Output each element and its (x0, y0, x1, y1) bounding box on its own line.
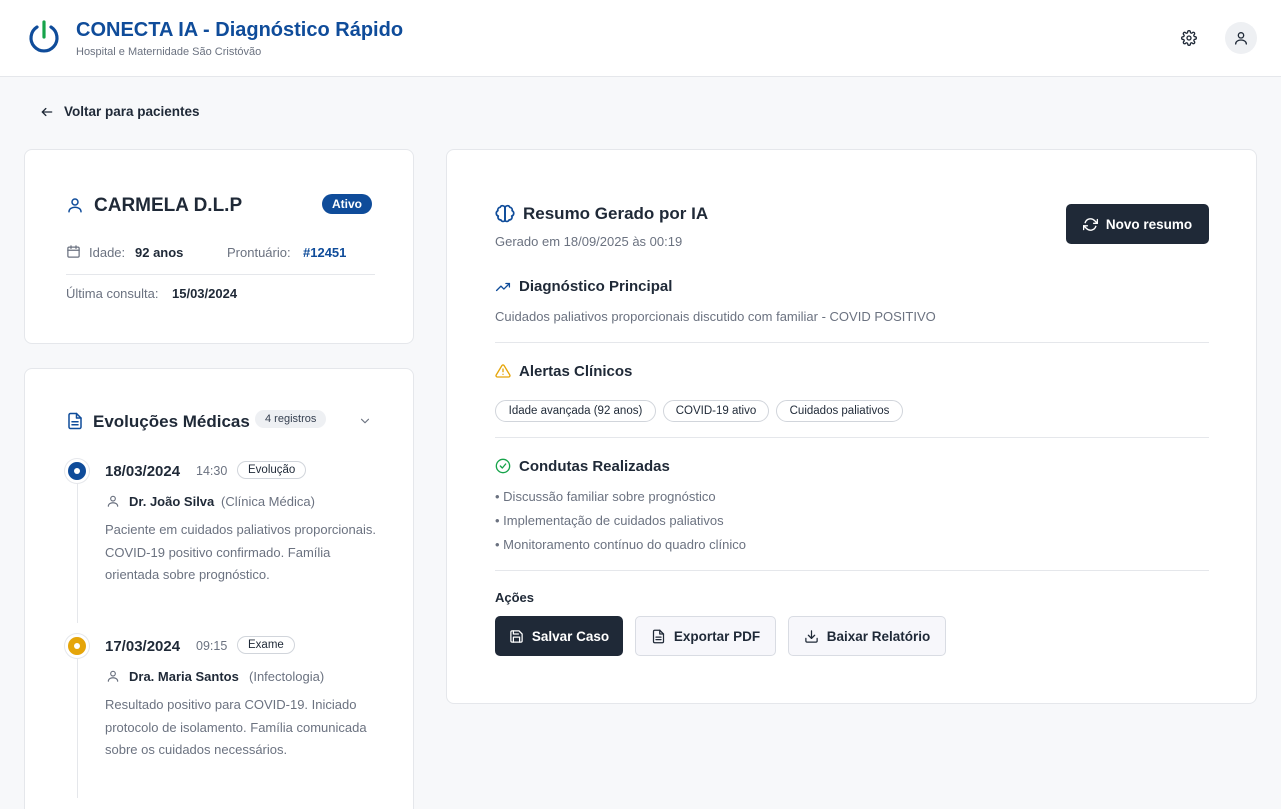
evolution-doctor: Dra. Maria Santos (129, 669, 239, 684)
trending-up-icon (495, 280, 511, 294)
ai-summary-card: Resumo Gerado por IA Gerado em 18/09/202… (446, 149, 1257, 704)
warning-icon (495, 363, 511, 379)
alert-chip: COVID-19 ativo (663, 400, 769, 422)
evolution-date: 18/03/2024 (105, 463, 181, 480)
record-number-link[interactable]: #12451 (303, 245, 346, 260)
conduct-item: • Monitoramento contínuo do quadro clíni… (495, 537, 746, 552)
gear-icon (1181, 30, 1197, 46)
alert-chip: Cuidados paliativos (776, 400, 903, 422)
age-value: 92 anos (135, 245, 184, 260)
status-badge: Ativo (322, 194, 372, 214)
conduct-item: • Implementação de cuidados paliativos (495, 513, 724, 528)
save-case-button[interactable]: Salvar Caso (495, 616, 623, 656)
settings-button[interactable] (1173, 22, 1205, 54)
document-icon (66, 411, 84, 431)
patient-card: CARMELA D.L.P Ativo Idade: 92 anos Pront… (24, 149, 414, 344)
evolutions-card: Evoluções Médicas 4 registros 18/03/2024… (24, 368, 414, 809)
evolution-type-tag: Evolução (237, 461, 307, 479)
app-title: CONECTA IA - Diagnóstico Rápido (76, 19, 404, 41)
alert-chip: Idade avançada (92 anos) (495, 400, 656, 422)
brain-icon (495, 204, 515, 224)
evolution-text: Paciente em cuidados paliativos proporci… (105, 522, 376, 582)
export-pdf-label: Exportar PDF (673, 628, 761, 644)
calendar-icon (66, 244, 81, 259)
divider (495, 437, 1209, 438)
summary-generated-date: Gerado em 18/09/2025 às 00:19 (495, 234, 683, 249)
last-visit-label: Última consulta: (66, 286, 159, 301)
patient-name: CARMELA D.L.P (94, 195, 243, 216)
user-icon (66, 196, 84, 214)
last-visit-value: 15/03/2024 (172, 286, 238, 301)
timeline-line (77, 473, 78, 623)
back-link-label: Voltar para pacientes (64, 104, 200, 119)
user-menu-button[interactable] (1225, 22, 1257, 54)
evolution-text: Resultado positivo para COVID-19. Inicia… (105, 697, 367, 757)
user-icon (1233, 30, 1249, 46)
save-icon (509, 629, 524, 644)
evolution-type-tag: Exame (237, 636, 295, 654)
actions-title: Ações (495, 590, 535, 605)
evolution-time: 14:30 (196, 464, 228, 478)
refresh-icon (1082, 217, 1098, 232)
app-header: CONECTA IA - Diagnóstico Rápido Hospital… (0, 0, 1281, 77)
timeline-dot (65, 459, 89, 483)
record-label: Prontuário: (227, 245, 291, 260)
new-summary-label: Novo resumo (1105, 216, 1193, 232)
new-summary-button[interactable]: Novo resumo (1066, 204, 1209, 244)
divider (495, 570, 1209, 571)
save-case-label: Salvar Caso (531, 628, 610, 644)
power-logo-icon (27, 20, 61, 56)
conduct-item: • Discussão familiar sobre prognóstico (495, 489, 716, 504)
app-subtitle: Hospital e Maternidade São Cristóvão (76, 46, 262, 58)
back-to-patients-link[interactable]: Voltar para pacientes (40, 104, 200, 119)
evolution-doctor: Dr. João Silva (129, 494, 215, 509)
evolutions-count-badge: 4 registros (255, 410, 327, 428)
diagnosis-text: Cuidados paliativos proporcionais discut… (495, 309, 936, 324)
download-report-button[interactable]: Baixar Relatório (788, 616, 946, 656)
evolution-specialty: (Clínica Médica) (221, 494, 315, 509)
diagnosis-title: Diagnóstico Principal (519, 278, 673, 295)
evolution-specialty: (Infectologia) (249, 669, 325, 684)
evolutions-title: Evoluções Médicas (93, 412, 250, 431)
download-icon (804, 629, 819, 644)
evolution-time: 09:15 (196, 639, 228, 653)
divider (495, 342, 1209, 343)
alerts-title: Alertas Clínicos (519, 363, 633, 380)
user-icon (106, 669, 120, 683)
timeline-dot (65, 634, 89, 658)
export-pdf-button[interactable]: Exportar PDF (635, 616, 776, 656)
check-circle-icon (495, 458, 511, 474)
file-text-icon (651, 629, 666, 644)
timeline-line (77, 648, 78, 798)
chevron-down-icon[interactable] (358, 414, 372, 428)
evolution-date: 17/03/2024 (105, 638, 181, 655)
user-icon (106, 494, 120, 508)
divider (66, 274, 375, 275)
summary-title: Resumo Gerado por IA (523, 204, 709, 223)
age-label: Idade: (89, 245, 126, 260)
arrow-left-icon (40, 105, 54, 119)
conducts-title: Condutas Realizadas (519, 458, 670, 475)
download-report-label: Baixar Relatório (826, 628, 931, 644)
